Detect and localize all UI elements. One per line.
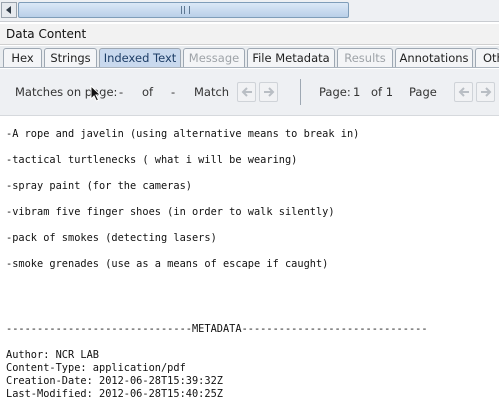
metadata-line: Last-Modified: 2012-06-28T15:40:25Z	[6, 388, 223, 400]
page-label: Page:	[319, 85, 351, 99]
toolbar-separator	[300, 79, 301, 105]
text-line: -smoke grenades (use as a means of escap…	[6, 258, 329, 270]
arrow-left-icon	[6, 6, 11, 14]
tab-other[interactable]: Oth	[475, 48, 499, 67]
tab-annotations[interactable]: Annotations	[395, 48, 473, 67]
metadata-line: Content-Type: application/pdf	[6, 362, 186, 374]
search-toolbar: Matches on page: - of - Match Page: 1 of…	[0, 69, 499, 116]
matches-current-value: -	[119, 85, 124, 99]
text-line: -tactical turtlenecks ( what i will be w…	[6, 154, 298, 166]
text-line: -pack of smokes (detecting lasers)	[6, 232, 217, 244]
previous-page-button[interactable]	[454, 82, 473, 102]
page-total-label: of 1	[371, 85, 394, 99]
arrow-right-icon	[481, 87, 492, 97]
previous-match-button[interactable]	[237, 82, 256, 102]
tab-results[interactable]: Results	[337, 48, 393, 67]
matches-total-value: -	[171, 85, 176, 99]
indexed-text-content[interactable]: -A rope and javelin (using alternative m…	[0, 118, 499, 403]
match-label: Match	[194, 85, 230, 99]
tab-strip: Hex Strings Indexed Text Message File Me…	[0, 46, 499, 68]
text-line: -A rope and javelin (using alternative m…	[6, 128, 360, 140]
tab-hex[interactable]: Hex	[3, 48, 42, 67]
mouse-pointer-icon	[90, 85, 102, 102]
grip-icon	[181, 6, 190, 14]
tab-file-metadata[interactable]: File Metadata	[247, 48, 335, 67]
arrow-left-icon	[458, 87, 469, 97]
next-page-button[interactable]	[476, 82, 495, 102]
metadata-line: Creation-Date: 2012-06-28T15:39:32Z	[6, 375, 223, 387]
text-line: -spray paint (for the cameras)	[6, 180, 192, 192]
next-match-button[interactable]	[259, 82, 278, 102]
panel-title-bar: Data Content	[0, 24, 499, 45]
panel-title: Data Content	[6, 27, 87, 41]
matches-of-label: of	[142, 85, 154, 99]
arrow-left-icon	[241, 87, 252, 97]
metadata-line: Author: NCR LAB	[6, 349, 99, 361]
arrow-right-icon	[264, 87, 275, 97]
matches-on-page-label: Matches on page:	[15, 85, 118, 99]
page-current-value: 1	[353, 85, 361, 99]
tab-indexed-text[interactable]: Indexed Text	[99, 48, 181, 67]
tab-message[interactable]: Message	[183, 48, 245, 67]
page-word-label: Page	[409, 85, 437, 99]
horizontal-scrollbar[interactable]	[0, 0, 499, 22]
scroll-left-button[interactable]	[1, 2, 17, 18]
metadata-header: ------------------------------METADATA--…	[6, 323, 428, 335]
tab-strings[interactable]: Strings	[44, 48, 97, 67]
scroll-thumb[interactable]	[18, 2, 349, 18]
text-line: -vibram five finger shoes (in order to w…	[6, 206, 335, 218]
